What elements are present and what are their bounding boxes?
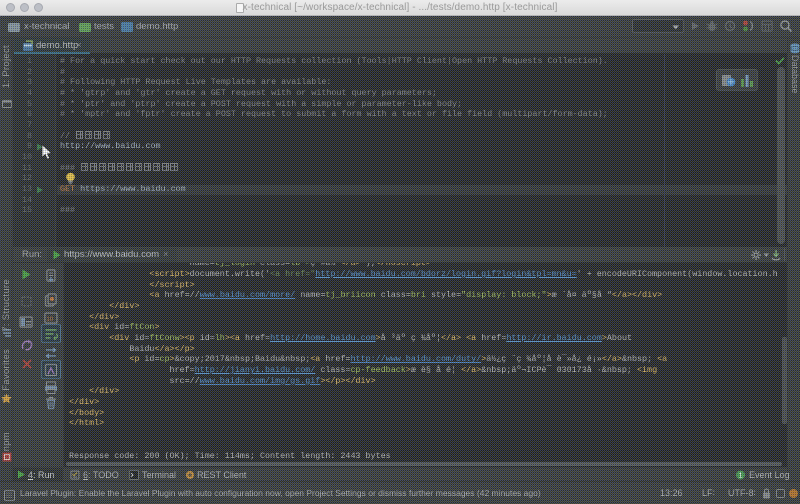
svg-text:10: 10 bbox=[46, 317, 53, 323]
svg-text:1: 1 bbox=[739, 473, 743, 480]
